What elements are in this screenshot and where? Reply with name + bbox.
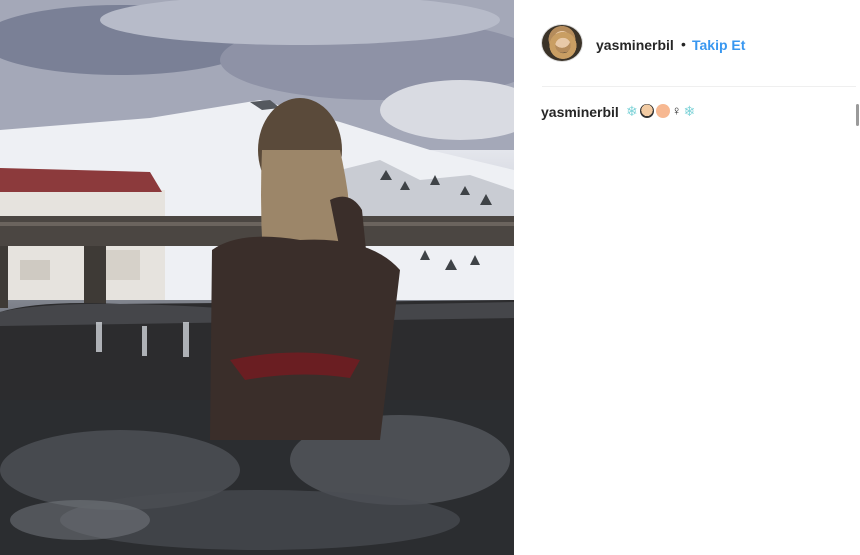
scrollbar-thumb[interactable] (856, 104, 859, 126)
header-separator: • (681, 36, 686, 52)
header-divider (542, 86, 856, 87)
post-sidebar: yasminerbil • Takip Et yasminerbil ❄ ♀ ❄ (514, 0, 860, 555)
post-photo[interactable] (0, 0, 514, 555)
caption-emojis: ❄ ♀ ❄ (626, 104, 695, 118)
post-header: yasminerbil • Takip Et (514, 0, 860, 86)
photo-scene (0, 0, 514, 555)
peach-emoji-icon (655, 104, 670, 118)
caption-username[interactable]: yasminerbil (541, 104, 619, 120)
snowflake-icon: ❄ (626, 103, 638, 119)
avatar-image (548, 29, 578, 59)
snowflake-icon-2: ❄ (683, 103, 696, 119)
follow-button[interactable]: Takip Et (692, 37, 745, 53)
female-sign-icon: ♀ (671, 103, 682, 118)
header-username[interactable]: yasminerbil (596, 37, 674, 53)
profile-avatar[interactable] (541, 24, 583, 62)
face-emoji-icon (639, 104, 654, 118)
